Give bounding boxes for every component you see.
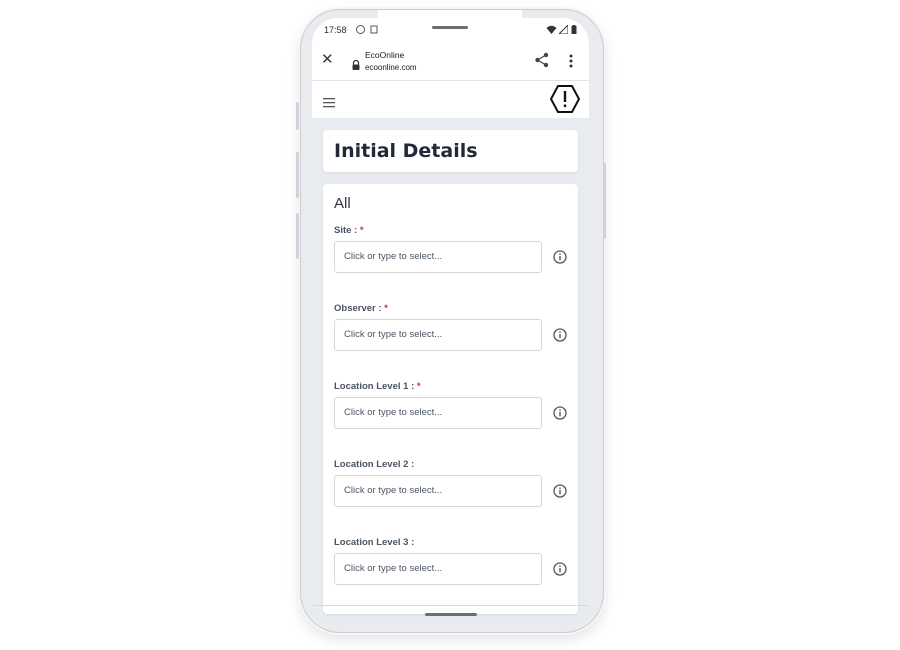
form-card: All Site : * Click or type to select... … [323,184,578,614]
section-heading: All [334,195,351,212]
info-icon[interactable] [553,327,567,346]
location-level-3-select[interactable]: Click or type to select... [334,553,542,585]
hexagon-alert-logo-icon [549,84,581,118]
wifi-icon [546,25,557,37]
required-marker: * [384,303,388,314]
info-icon[interactable] [553,483,567,502]
location-level-2-label: Location Level 2 : [334,459,415,470]
location-level-2-select[interactable]: Click or type to select... [334,475,542,507]
field-label-text: Site : [334,225,358,236]
required-marker: * [416,381,421,392]
placeholder-text: Click or type to select... [344,485,443,496]
status-time: 17:58 [324,25,347,35]
page-title: Initial Details [334,140,478,162]
location-level-3-label: Location Level 3 : [334,537,415,548]
lock-icon [352,55,360,74]
phone-screen: 17:58 ✕ EcoOnline ecoonline.com Initial … [312,18,589,623]
whatsapp-icon [356,25,365,34]
placeholder-text: Click or type to select... [344,251,443,262]
info-icon[interactable] [553,405,567,424]
location-level-1-select[interactable]: Click or type to select... [334,397,542,429]
info-icon[interactable] [553,249,567,268]
browser-toolbar: ✕ EcoOnline ecoonline.com [312,44,589,81]
close-icon[interactable]: ✕ [321,52,334,67]
notification-icon [370,25,378,37]
placeholder-text: Click or type to select... [344,329,443,340]
phone-speaker [432,26,468,29]
field-label-text: Location Level 1 : [334,381,415,392]
app-header [312,81,589,118]
site-label: Site : * [334,225,364,236]
observer-label: Observer : * [334,303,388,314]
battery-icon [571,25,577,37]
phone-button [296,152,299,198]
placeholder-text: Click or type to select... [344,563,443,574]
site-url[interactable]: ecoonline.com [365,63,417,72]
title-card: Initial Details [323,130,578,172]
site-select[interactable]: Click or type to select... [334,241,542,273]
observer-select[interactable]: Click or type to select... [334,319,542,351]
phone-button [296,102,299,130]
share-icon[interactable] [534,52,550,72]
required-marker: * [359,225,364,236]
location-level-1-label: Location Level 1 : * [334,381,421,392]
site-name: EcoOnline [365,50,405,60]
hamburger-menu-icon[interactable] [323,93,336,112]
divider [312,605,589,606]
phone-power-button [603,163,606,239]
phone-button [296,213,299,259]
placeholder-text: Click or type to select... [344,407,443,418]
info-icon[interactable] [553,561,567,580]
signal-icon [557,23,569,37]
home-indicator[interactable] [425,613,477,616]
field-label-text: Observer : [334,303,382,314]
more-vertical-icon[interactable] [568,53,574,72]
